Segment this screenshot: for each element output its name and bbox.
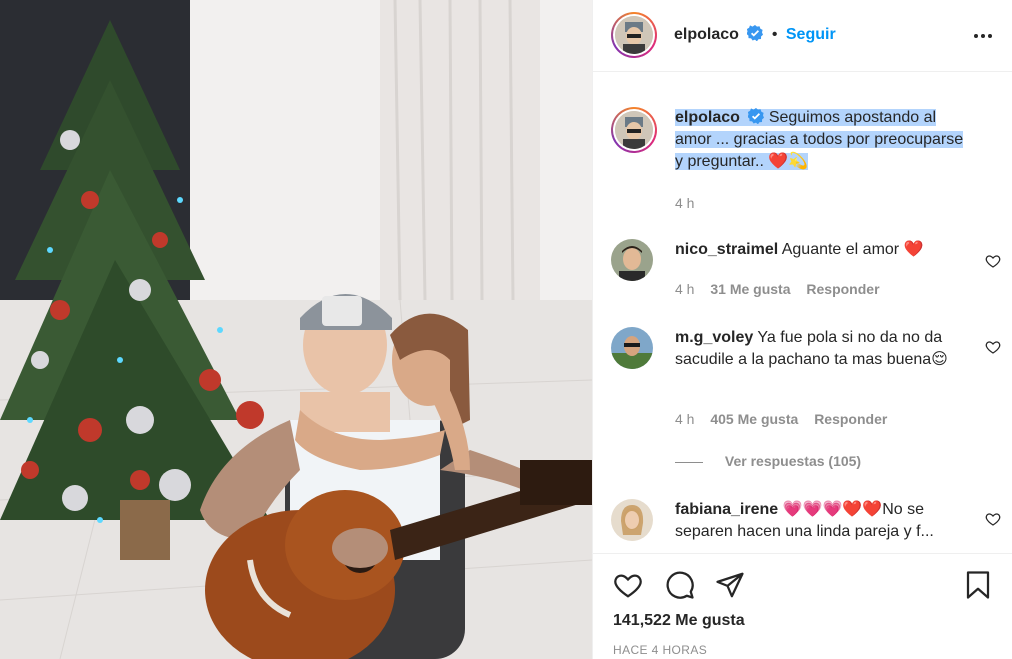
commenter-username[interactable]: fabiana_irene: [675, 501, 778, 518]
comment-likes[interactable]: 405 Me gusta: [710, 411, 798, 427]
comment-like-heart-icon[interactable]: [985, 511, 1001, 527]
post-actions: 141,522 Me gusta HACE 4 HORAS: [593, 553, 1012, 659]
comment-time: 4 h: [675, 411, 695, 427]
reply-button[interactable]: Responder: [814, 411, 887, 427]
post-photo[interactable]: [0, 0, 592, 659]
comment-likes[interactable]: 31 Me gusta: [710, 281, 790, 297]
verified-badge-icon: [748, 108, 765, 124]
post-timestamp: HACE 4 HORAS: [613, 643, 708, 657]
heart-icon[interactable]: [613, 570, 643, 600]
view-replies-label[interactable]: Ver respuestas (105): [725, 453, 861, 469]
commenter-avatar[interactable]: [611, 327, 653, 369]
comment-icon[interactable]: [665, 570, 695, 600]
caption-time: 4 h: [675, 195, 695, 211]
post-photo-illustration: [0, 0, 592, 659]
commenter-avatar[interactable]: [611, 499, 653, 541]
share-icon[interactable]: [715, 570, 745, 600]
comments-list[interactable]: elpolaco Seguimos apostando al amor ... …: [593, 73, 1012, 553]
author-username[interactable]: elpolaco: [674, 26, 739, 43]
verified-badge-icon: [747, 25, 764, 41]
comment-like-heart-icon[interactable]: [985, 339, 1001, 355]
more-options-icon[interactable]: [973, 26, 993, 46]
comment-time: 4 h: [675, 281, 695, 297]
header-separator: •: [771, 26, 778, 43]
commenter-username[interactable]: nico_straimel: [675, 241, 778, 258]
view-replies-button[interactable]: Ver respuestas (105): [675, 453, 861, 469]
bookmark-icon[interactable]: [963, 570, 993, 600]
caption-username[interactable]: elpolaco: [675, 109, 740, 126]
post-header: elpolaco • Seguir: [593, 0, 1012, 72]
reply-button[interactable]: Responder: [806, 281, 879, 297]
comment-text: Aguante el amor ❤️: [781, 241, 924, 258]
author-avatar[interactable]: [611, 12, 657, 58]
commenter-username[interactable]: m.g_voley: [675, 329, 753, 346]
commenter-avatar[interactable]: [611, 239, 653, 281]
post-details-panel: elpolaco • Seguir elpolaco Seguimos apos…: [592, 0, 1012, 659]
caption-author-avatar[interactable]: [611, 107, 657, 153]
comment-like-heart-icon[interactable]: [985, 253, 1001, 269]
follow-button[interactable]: Seguir: [786, 26, 836, 43]
likes-count[interactable]: 141,522 Me gusta: [613, 612, 745, 630]
replies-divider-line: [675, 461, 703, 463]
